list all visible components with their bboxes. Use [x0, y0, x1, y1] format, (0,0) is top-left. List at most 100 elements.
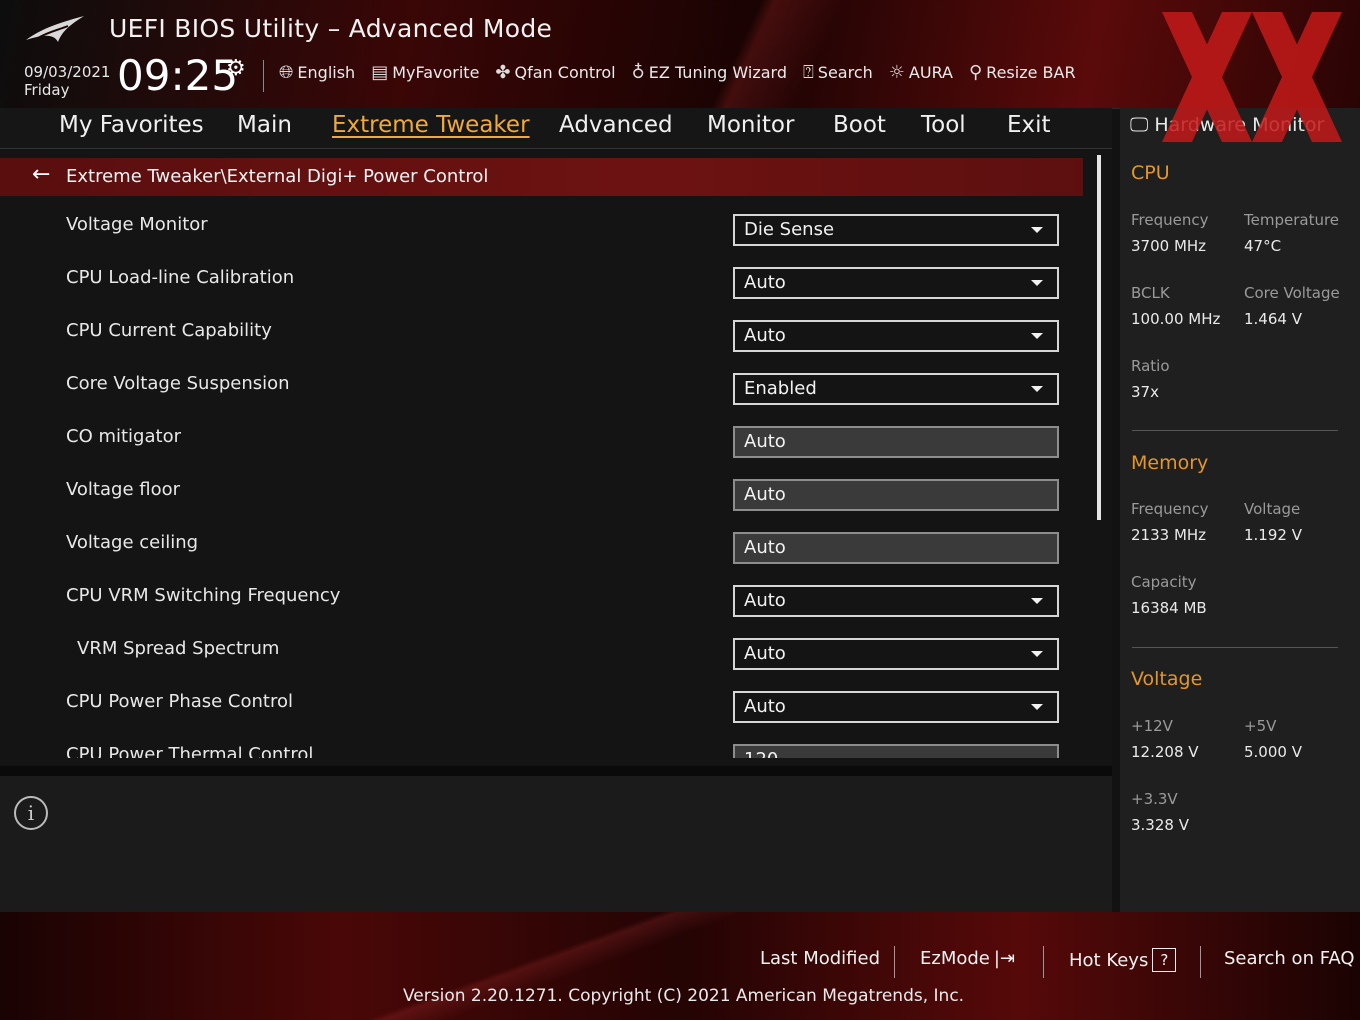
dropdown-value: Auto — [744, 696, 786, 717]
hot-keys-button[interactable]: Hot Keys ? — [1069, 948, 1177, 972]
qfan-control-button[interactable]: ✤ Qfan Control — [495, 62, 615, 83]
ez-tuning-label: EZ Tuning Wizard — [648, 63, 787, 82]
section-divider — [1132, 430, 1338, 431]
setting-row-cpu-vrm-switching-frequency: CPU VRM Switching Frequency Auto — [0, 573, 1083, 626]
setting-label: VRM Spread Spectrum — [77, 638, 280, 659]
cpu-vrm-switching-frequency-dropdown[interactable]: Auto — [733, 585, 1059, 617]
core-voltage-label: Core Voltage — [1244, 284, 1340, 302]
last-modified-button[interactable]: Last Modified — [760, 948, 880, 969]
tab-boot[interactable]: Boot — [833, 112, 886, 138]
caret-down-icon — [1031, 280, 1043, 286]
bclk-label: BCLK — [1131, 284, 1170, 302]
ez-tuning-wizard-button[interactable]: ♁ EZ Tuning Wizard — [632, 62, 787, 83]
hardware-monitor-panel: 🖵︎ Hardware Monitor CPU Frequency 3700 M… — [1120, 108, 1360, 912]
v5-label: +5V — [1244, 717, 1277, 735]
fan-icon: ✤ — [495, 62, 511, 83]
field-value: Auto — [744, 431, 786, 452]
tab-advanced[interactable]: Advanced — [559, 112, 673, 138]
tab-extreme-tweaker[interactable]: Extreme Tweaker — [332, 112, 530, 138]
cpu-power-phase-control-dropdown[interactable]: Auto — [733, 691, 1059, 723]
setting-row-core-voltage-suspension: Core Voltage Suspension Enabled — [0, 361, 1083, 414]
setting-label: CPU Power Thermal Control — [66, 744, 314, 758]
v12-label: +12V — [1131, 717, 1173, 735]
section-divider — [1132, 647, 1338, 648]
ratio-label: Ratio — [1131, 357, 1170, 375]
dropdown-value: Auto — [744, 325, 786, 346]
setting-label: CPU VRM Switching Frequency — [66, 585, 341, 606]
setting-row-cpu-current-capability: CPU Current Capability Auto — [0, 308, 1083, 361]
dropdown-value: Auto — [744, 272, 786, 293]
caret-down-icon — [1031, 386, 1043, 392]
v12-value: 12.208 V — [1131, 743, 1199, 761]
resize-bar-button[interactable]: ⚲ Resize BAR — [969, 62, 1076, 83]
setting-label: CO mitigator — [66, 426, 181, 447]
myfavorite-label: MyFavorite — [392, 63, 480, 82]
tab-monitor[interactable]: Monitor — [707, 112, 794, 138]
info-icon: i — [14, 796, 48, 830]
settings-list: Voltage Monitor Die Sense CPU Load-line … — [0, 150, 1112, 758]
hot-keys-label: Hot Keys — [1069, 949, 1149, 971]
caret-down-icon — [1031, 333, 1043, 339]
core-voltage-value: 1.464 V — [1244, 310, 1302, 328]
search-button[interactable]: ⍰ Search — [803, 62, 873, 83]
language-label: English — [297, 63, 356, 82]
header-divider — [263, 60, 264, 92]
resize-bar-label: Resize BAR — [986, 63, 1076, 82]
footer-divider — [1200, 946, 1201, 978]
cpu-temperature-value: 47°C — [1244, 237, 1282, 255]
memory-frequency-label: Frequency — [1131, 500, 1209, 518]
setting-row-vrm-spread-spectrum: VRM Spread Spectrum Auto — [0, 626, 1083, 679]
caret-down-icon — [1031, 227, 1043, 233]
voltage-ceiling-field: Auto — [733, 532, 1059, 564]
cpu-llc-dropdown[interactable]: Auto — [733, 267, 1059, 299]
main-tabs: My Favorites Main Extreme Tweaker Advanc… — [0, 108, 1112, 149]
aura-button[interactable]: ☼ AURA — [889, 62, 953, 83]
tab-main[interactable]: Main — [237, 112, 292, 138]
bulb-icon: ♁ — [631, 62, 645, 83]
panel-divider — [0, 766, 1112, 776]
tab-tool[interactable]: Tool — [921, 112, 966, 138]
date-display: 09/03/2021 Friday — [24, 63, 110, 99]
voltage-monitor-dropdown[interactable]: Die Sense — [733, 214, 1059, 246]
setting-row-cpu-power-phase-control: CPU Power Phase Control Auto — [0, 679, 1083, 732]
aura-icon: ☼ — [888, 62, 905, 83]
language-button[interactable]: 🌐︎ English — [279, 62, 355, 83]
core-voltage-suspension-dropdown[interactable]: Enabled — [733, 373, 1059, 405]
clock[interactable]: 09:25 — [117, 52, 238, 100]
capacity-label: Capacity — [1131, 573, 1197, 591]
search-on-faq-button[interactable]: Search on FAQ — [1224, 948, 1355, 969]
settings-panel: ← Extreme Tweaker\External Digi+ Power C… — [0, 150, 1112, 765]
date-text: 09/03/2021 — [24, 63, 111, 81]
cpu-current-capability-dropdown[interactable]: Auto — [733, 320, 1059, 352]
tab-my-favorites[interactable]: My Favorites — [59, 112, 204, 138]
memory-voltage-label: Voltage — [1244, 500, 1301, 518]
version-text: Version 2.20.1271. Copyright (C) 2021 Am… — [403, 986, 965, 1006]
footer-divider — [1043, 946, 1044, 978]
tab-exit[interactable]: Exit — [1007, 112, 1051, 138]
monitor-icon: 🖵︎ — [1130, 114, 1149, 136]
footer-bar: Last Modified EzMode |⇥ Hot Keys ? Searc… — [0, 912, 1360, 1020]
cpu-power-thermal-control-field[interactable]: 120 — [733, 744, 1059, 758]
setting-label: CPU Power Phase Control — [66, 691, 293, 712]
caret-down-icon — [1031, 704, 1043, 710]
header-toolbar: 🌐︎ English ▤ MyFavorite ✤ Qfan Control ♁… — [279, 62, 1076, 83]
footer-divider — [894, 946, 895, 978]
ratio-value: 37x — [1131, 383, 1159, 401]
myfavorite-icon: ▤ — [371, 62, 389, 83]
setting-label: Core Voltage Suspension — [66, 373, 290, 394]
app-title: UEFI BIOS Utility – Advanced Mode — [109, 14, 553, 43]
setting-row-cpu-power-thermal-control: CPU Power Thermal Control 120 — [0, 732, 1083, 758]
aura-label: AURA — [908, 63, 953, 82]
voltage-floor-field: Auto — [733, 479, 1059, 511]
vrm-spread-spectrum-dropdown[interactable]: Auto — [733, 638, 1059, 670]
memory-voltage-value: 1.192 V — [1244, 526, 1302, 544]
ezmode-button[interactable]: EzMode |⇥ — [920, 948, 1015, 969]
help-box-icon: ⍰ — [802, 62, 814, 83]
dropdown-value: Auto — [744, 643, 786, 664]
exit-arrow-icon: |⇥ — [993, 948, 1016, 969]
caret-down-icon — [1031, 651, 1043, 657]
settings-gear-icon[interactable]: ⚙ — [226, 56, 246, 81]
v5-value: 5.000 V — [1244, 743, 1302, 761]
field-value: 120 — [744, 749, 778, 758]
myfavorite-button[interactable]: ▤ MyFavorite — [371, 62, 479, 83]
